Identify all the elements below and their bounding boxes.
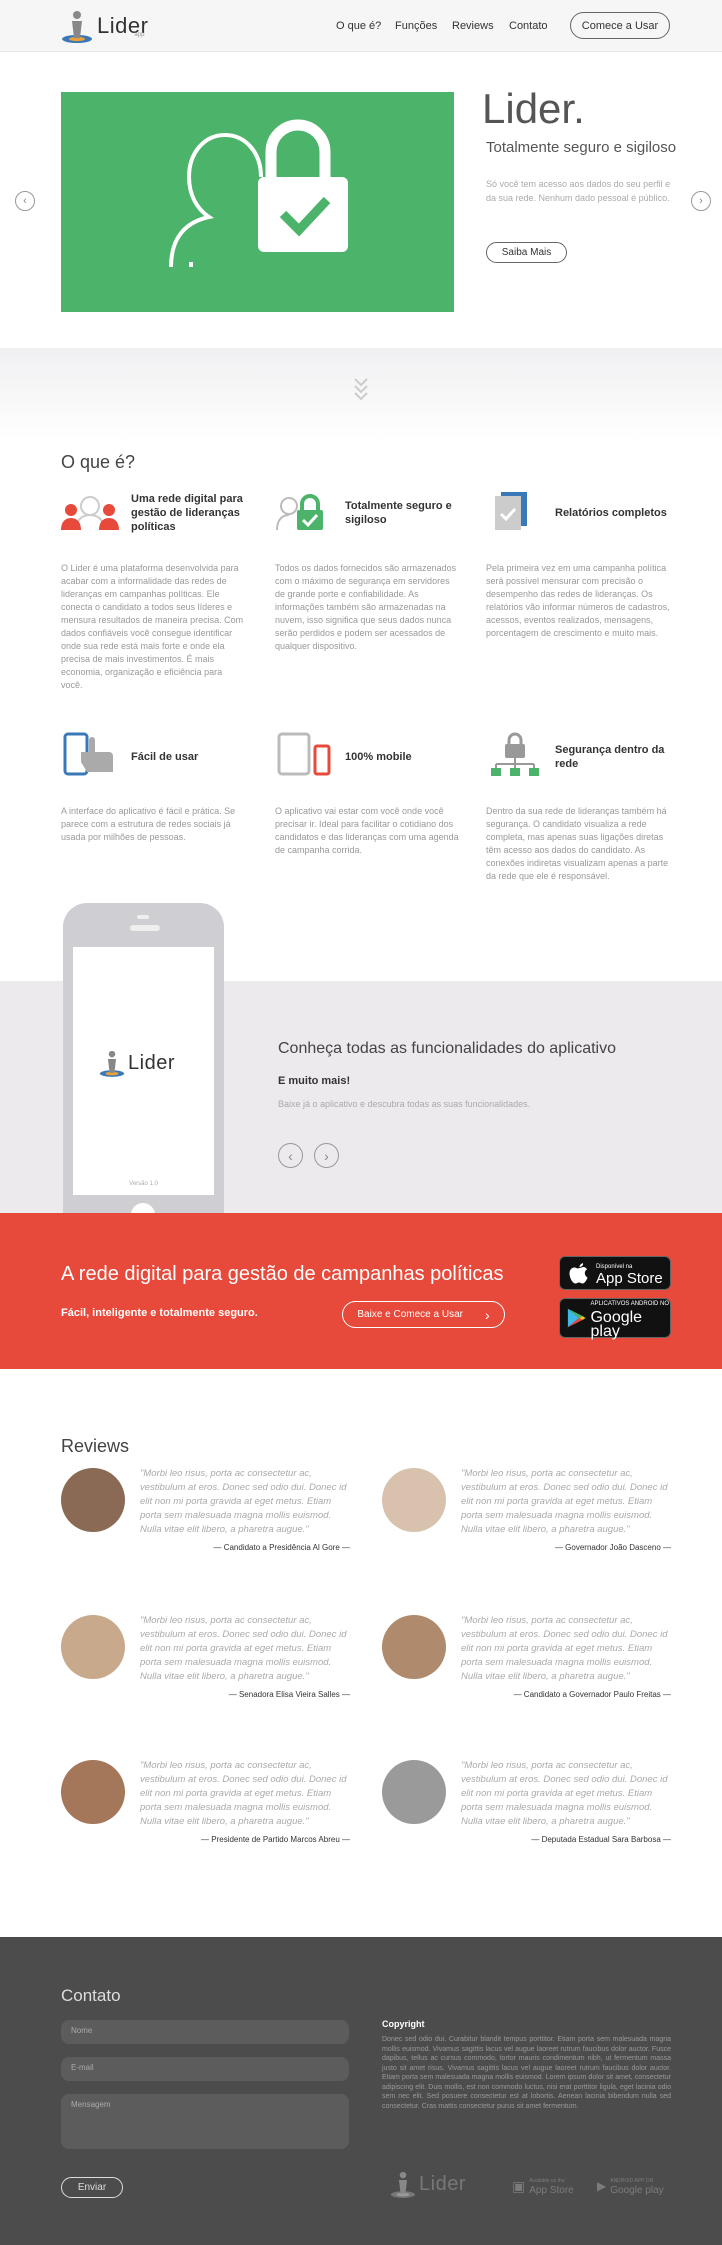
review-author: — Presidente de Partido Marcos Abreu — [201,1835,350,1844]
app-heading: Conheça todas as funcionalidades do apli… [278,1040,617,1057]
phone-version: Versão 1.0 [129,1181,158,1187]
avatar [382,1468,446,1532]
scroll-down-icon[interactable] [354,377,368,403]
hero-title: Lider. [482,85,585,132]
feature-text: A interface do aplicativo é fácil e prát… [61,806,236,842]
lider-logo-icon [99,1050,125,1077]
avatar [382,1615,446,1679]
app-text: Baixe já o aplicativo e descubra todas a… [278,1099,531,1109]
footer-logo: Lider [390,2168,466,2200]
review-quote: "Morbi leo risus, porta ac consectetur a… [140,1760,347,1827]
review-quote: "Morbi leo risus, porta ac consectetur a… [140,1468,347,1535]
name-field[interactable]: Nome [61,2020,349,2044]
avatar [382,1760,446,1824]
baixe-e-comece-label: Baixe e Comece a Usar [357,1309,463,1320]
baixe-e-comece-button[interactable]: Baixe e Comece a Usar › [342,1301,505,1328]
feature-text: Todos os dados fornecidos são armazenado… [275,563,457,651]
section-heading-reviews: Reviews [61,1436,130,1456]
feature-text: O aplicativo vai estar com você onde voc… [275,806,459,855]
avatar [61,1468,125,1532]
copyright-title: Copyright [382,2019,425,2029]
footer-logo-text: Lider [419,2172,466,2195]
nav-contato[interactable]: Contato [509,20,548,32]
enviar-button[interactable]: Enviar [61,2177,123,2198]
saiba-mais-button[interactable]: Saiba Mais [486,242,567,263]
feature-title: Segurança dentro da rede [555,744,665,770]
lider-logo-icon [62,11,92,43]
review-quote: "Morbi leo risus, porta ac consectetur a… [461,1760,668,1827]
email-field[interactable]: E-mail [61,2057,349,2081]
chevron-left-icon: ‹ [23,195,27,207]
message-field[interactable]: Mensagem [61,2094,349,2149]
review-author: — Candidato a Presidência Al Gore — [213,1543,350,1552]
section-heading-o-que-e: O que é? [61,452,136,472]
apple-icon: ▣ [512,2177,526,2194]
hero-text: Só você tem acesso aos dados do seu perf… [486,179,671,203]
hero-image [61,92,454,312]
chevron-right-icon: › [699,195,703,207]
banner-sub: Fácil, inteligente e totalmente seguro. [61,1307,258,1319]
devices-icon [277,732,331,776]
review-quote: "Morbi leo risus, porta ac consectetur a… [461,1615,668,1682]
hero-subtitle: Totalmente seguro e sigiloso [486,139,677,156]
nav-funcoes[interactable]: Funções [395,20,437,32]
feature-title: 100% mobile [345,751,412,763]
nav-reviews[interactable]: Reviews [452,20,494,32]
comece-a-usar-button[interactable]: Comece a Usar [570,12,670,39]
footer-heading: Contato [61,1986,121,2005]
download-banner [0,1213,722,1369]
logo-sub: app [134,32,145,38]
secure-user-icon [276,494,323,531]
feature-title: Fácil de usar [131,751,199,763]
people-icon [61,496,119,531]
app-prev-arrow[interactable]: ‹ [278,1143,303,1168]
chevron-right-icon: › [484,1306,490,1323]
google-play-icon [567,1308,586,1328]
touch-phone-icon [63,732,113,776]
feature-text: Pela primeira vez em uma campanha políti… [486,563,670,638]
chevron-right-icon: › [324,1147,329,1164]
banner-title: A rede digital para gestão de campanhas … [61,1263,504,1285]
hero-prev-arrow[interactable]: ‹ [15,191,35,211]
review-author: — Senadora Elisa Vieira Salles — [228,1690,350,1699]
review-author: — Governador João Dasceno — [554,1543,671,1552]
hero-next-arrow[interactable]: › [691,191,711,211]
avatar [61,1615,125,1679]
google-play-icon: ▶ [597,2179,607,2193]
google-play-badge[interactable]: APLICATIVOS ANDROID NO Google play [559,1298,671,1340]
chevron-left-icon: ‹ [288,1147,293,1164]
padlock-user-icon [169,119,348,268]
footer-appstore: App Store [529,2185,574,2196]
phone-mockup: Lider Versão 1.0 [63,903,224,1215]
feature-title: Uma rede digital para gestão de lideranç… [131,493,243,533]
app-store-badge[interactable]: Disponível na App Store [559,1256,671,1290]
lider-logo-icon [390,2171,416,2198]
apple-icon [569,1263,588,1284]
app-sub: E muito mais! [278,1075,351,1087]
footer-google-play-link[interactable]: ▶ ANDROID APP ON Google play [597,2177,664,2196]
avatar [61,1760,125,1824]
review-quote: "Morbi leo risus, porta ac consectetur a… [140,1615,347,1682]
feature-title: Totalmente seguro e sigiloso [345,500,452,526]
review-author: — Deputada Estadual Sara Barbosa — [531,1835,671,1844]
google-big: Google play [590,1309,643,1340]
review-author: — Candidato a Governador Paulo Freitas — [513,1690,671,1699]
phone-screen: Lider Versão 1.0 [73,947,214,1195]
phone-logo: Lider [99,1047,175,1079]
review-quote: "Morbi leo risus, porta ac consectetur a… [461,1468,668,1535]
phone-logo-text: Lider [128,1051,175,1074]
copyright-text: Donec sed odio dui. Curabitur blandit te… [382,2036,671,2110]
app-next-arrow[interactable]: › [314,1143,339,1168]
nav-o-que-e[interactable]: O que é? [336,20,381,32]
top-header: Lider app O que é? Funções Reviews Conta… [0,0,722,52]
network-lock-icon [491,732,539,776]
footer-google: Google play [610,2185,664,2196]
feature-text: Dentro da sua rede de lideranças também … [486,806,669,881]
lider-logo[interactable]: Lider app [61,7,148,45]
feature-title: Relatórios completos [555,507,667,519]
reports-icon [495,492,527,530]
footer-app-store-link[interactable]: ▣ Available on the App Store [512,2177,574,2196]
appstore-big: App Store [596,1270,663,1287]
feature-text: O Lider é uma plataforma desenvolvida pa… [61,563,244,690]
